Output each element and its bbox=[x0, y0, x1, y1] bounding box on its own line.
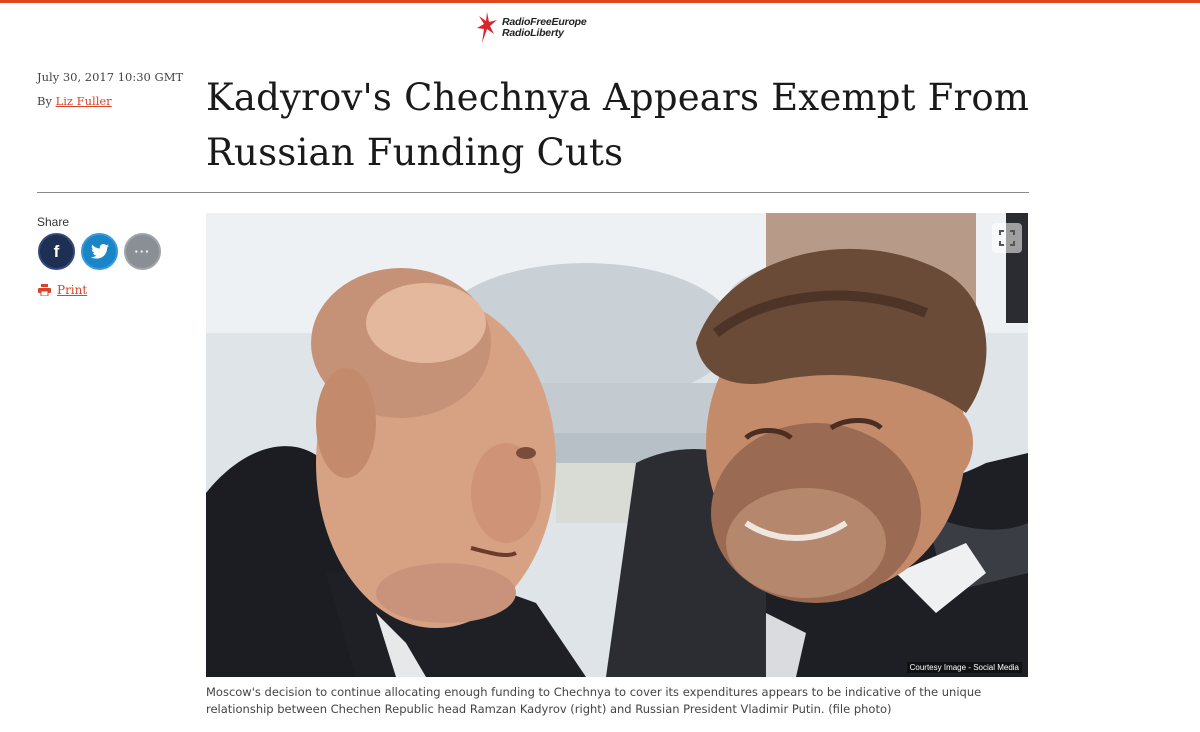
logo-wordmark: RadioFreeEurope RadioLiberty bbox=[502, 17, 587, 39]
photo-credit: Courtesy Image - Social Media bbox=[906, 662, 1022, 673]
photo-illustration bbox=[206, 213, 1028, 677]
expand-button[interactable] bbox=[992, 223, 1022, 253]
rferl-star-logo-icon bbox=[477, 12, 497, 43]
print-link[interactable]: Print bbox=[38, 283, 87, 297]
article-title: Kadyrov's Chechnya Appears Exempt From R… bbox=[206, 76, 1030, 174]
site-logo[interactable]: RadioFreeEurope RadioLiberty bbox=[476, 10, 587, 46]
byline: By Liz Fuller bbox=[37, 94, 183, 108]
article-meta: July 30, 2017 10:30 GMT By Liz Fuller bbox=[37, 70, 183, 108]
title-divider bbox=[37, 192, 1029, 193]
author-link[interactable]: Liz Fuller bbox=[56, 94, 112, 108]
printer-icon bbox=[38, 284, 51, 296]
print-label: Print bbox=[57, 283, 88, 297]
logo-line-2: RadioLiberty bbox=[502, 27, 564, 39]
photo-caption: Moscow's decision to continue allocating… bbox=[206, 685, 982, 716]
byline-prefix: By bbox=[37, 94, 52, 108]
top-accent-bar bbox=[0, 0, 1200, 3]
twitter-share-button[interactable] bbox=[81, 233, 118, 270]
facebook-icon: f bbox=[53, 241, 60, 261]
twitter-icon bbox=[90, 244, 109, 259]
publish-date: July 30, 2017 10:30 GMT bbox=[37, 70, 184, 84]
expand-icon bbox=[999, 230, 1015, 246]
share-buttons: f ··· bbox=[38, 233, 161, 270]
more-share-button[interactable]: ··· bbox=[124, 233, 161, 270]
more-icon: ··· bbox=[134, 244, 151, 259]
facebook-share-button[interactable]: f bbox=[38, 233, 75, 270]
article-photo[interactable]: Courtesy Image - Social Media bbox=[206, 213, 1028, 677]
share-label: Share bbox=[37, 215, 70, 229]
